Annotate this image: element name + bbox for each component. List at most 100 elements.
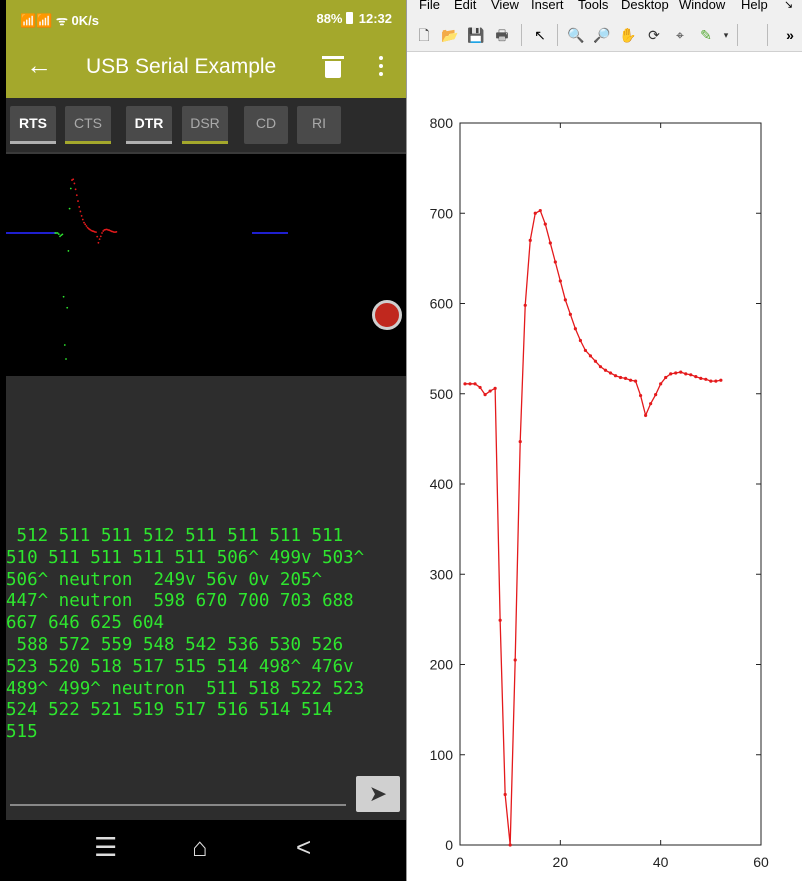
live-trace-point xyxy=(75,194,78,197)
data-point xyxy=(598,365,603,369)
select-pointer-icon[interactable]: ↖ xyxy=(531,26,549,44)
open-file-icon[interactable]: 📂 xyxy=(441,26,459,44)
live-trace-point xyxy=(97,241,100,244)
y-tick-label: 700 xyxy=(430,205,454,221)
clock: 12:32 xyxy=(358,11,392,26)
figure-toolbar: 🗋 📂 💾 🖶 ↖ 🔍 🔎 ✋ ⟳ ⌖ ✎ ▾ » xyxy=(407,18,802,52)
data-point xyxy=(473,382,477,386)
live-trace xyxy=(54,178,118,360)
terminal-line: 506^ neutron 249v 56v 0v 205^ xyxy=(6,569,323,590)
live-trace-point xyxy=(68,207,71,210)
terminal-lines: 512 511 511 512 511 511 511 511 510 511 5… xyxy=(6,526,406,744)
y-tick-label: 400 xyxy=(430,476,454,492)
dsr-indicator: DSR xyxy=(182,106,228,144)
live-trace-point xyxy=(85,225,88,227)
save-icon[interactable]: 💾 xyxy=(467,26,485,44)
rts-toggle[interactable]: RTS xyxy=(10,106,56,144)
terminal-output: 512 511 511 512 511 511 511 511 510 511 5… xyxy=(6,376,406,768)
data-point xyxy=(568,312,572,316)
y-tick-label: 100 xyxy=(430,747,454,763)
menu-tools[interactable]: Tools xyxy=(578,0,608,12)
battery-icon xyxy=(346,12,354,24)
toolbar-overflow-icon[interactable]: » xyxy=(781,26,799,44)
data-point xyxy=(463,382,467,386)
menu-edit[interactable]: Edit xyxy=(454,0,476,12)
app-bar: ← USB Serial Example xyxy=(6,36,406,98)
data-point xyxy=(548,241,552,245)
menu-view[interactable]: View xyxy=(491,0,519,12)
data-point xyxy=(563,298,567,302)
record-button[interactable] xyxy=(372,300,402,330)
menu-window[interactable]: Window xyxy=(679,0,725,12)
live-trace-point xyxy=(81,218,84,221)
data-point xyxy=(583,348,588,353)
live-signal-plot xyxy=(6,154,406,376)
data-point xyxy=(684,372,688,376)
terminal-line: 588 572 559 548 542 536 530 526 xyxy=(6,634,344,655)
trash-icon[interactable] xyxy=(322,56,344,78)
data-point xyxy=(623,376,628,381)
nav-back-icon[interactable]: < xyxy=(296,832,311,863)
line-chart: 0 20 40 600100200300400500600700800 xyxy=(430,115,769,870)
terminal-line: 489^ 499^ neutron 511 518 522 523 xyxy=(6,678,365,699)
data-point xyxy=(628,378,633,382)
zoom-in-icon[interactable]: 🔍 xyxy=(567,26,585,44)
data-point xyxy=(679,370,683,374)
terminal-line: 515 xyxy=(6,722,38,743)
data-point xyxy=(639,393,643,398)
data-point xyxy=(669,372,673,376)
undock-icon[interactable]: ↘ xyxy=(784,0,793,11)
menu-help[interactable]: Help xyxy=(741,0,768,12)
live-trace-point xyxy=(74,188,77,191)
live-trace-point xyxy=(57,233,60,236)
y-tick-label: 300 xyxy=(430,566,454,582)
terminal-line: 512 511 511 512 511 511 511 511 xyxy=(6,526,344,546)
data-point xyxy=(694,375,698,379)
brush-icon[interactable]: ✎ xyxy=(697,26,715,44)
print-icon[interactable]: 🖶 xyxy=(493,26,511,44)
send-icon[interactable]: ➤ xyxy=(356,776,400,812)
rotate-3d-icon[interactable]: ⟳ xyxy=(645,26,663,44)
menu-desktop[interactable]: Desktop xyxy=(621,0,669,12)
x-tick-label: 20 xyxy=(553,854,569,870)
data-point xyxy=(613,374,618,378)
data-point xyxy=(493,386,497,390)
home-icon[interactable]: ⌂ xyxy=(192,832,208,863)
app-title: USB Serial Example xyxy=(86,55,277,78)
menu-insert[interactable]: Insert xyxy=(531,0,564,12)
back-arrow-icon[interactable]: ← xyxy=(26,50,52,80)
send-text-field[interactable] xyxy=(10,804,346,806)
data-cursor-icon[interactable]: ⌖ xyxy=(671,26,689,44)
system-nav-bar: ☰ ⌂ < xyxy=(6,820,406,881)
data-point xyxy=(633,379,638,383)
zoom-out-icon[interactable]: 🔎 xyxy=(593,26,611,44)
dtr-toggle[interactable]: DTR xyxy=(126,106,172,144)
live-trace-point xyxy=(84,223,87,226)
status-bar: 📶📶 ᯤ 0K/s 88% 12:32 xyxy=(6,0,406,36)
data-point xyxy=(468,382,472,386)
y-tick-label: 200 xyxy=(430,657,454,673)
data-point xyxy=(674,371,678,375)
data-point xyxy=(553,260,557,264)
battery-level: 88% xyxy=(316,11,343,26)
data-point xyxy=(518,439,522,444)
data-point xyxy=(513,658,517,662)
live-trace-point xyxy=(95,231,97,234)
live-trace-point xyxy=(78,206,81,208)
data-point xyxy=(644,413,648,418)
recent-apps-icon[interactable]: ☰ xyxy=(94,832,117,863)
terminal-line: 447^ neutron 598 670 700 703 688 xyxy=(6,591,354,612)
live-trace-point xyxy=(99,235,102,238)
menu-file[interactable]: File xyxy=(419,0,440,12)
data-point xyxy=(608,371,613,375)
chevron-down-icon[interactable]: ▾ xyxy=(717,26,735,44)
more-options-icon[interactable] xyxy=(378,56,384,78)
live-trace-point xyxy=(83,221,85,224)
data-point xyxy=(714,379,718,383)
live-trace-point xyxy=(65,358,67,360)
pan-hand-icon[interactable]: ✋ xyxy=(619,26,637,44)
axes-panel: 0 20 40 60 0 100 200 300 400 500 600 700 800 xyxy=(407,52,802,881)
data-point xyxy=(503,792,507,797)
data-point xyxy=(498,618,502,622)
new-figure-icon[interactable]: 🗋 xyxy=(415,26,433,44)
